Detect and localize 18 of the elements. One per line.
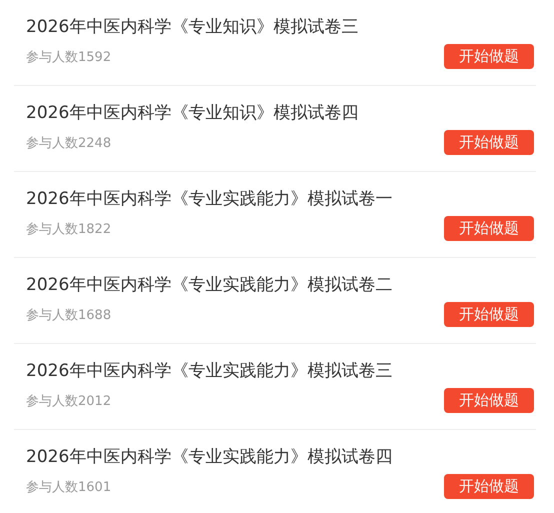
participant-count: 参与人数1601 (26, 478, 112, 496)
paper-title: 2026年中医内科学《专业知识》模拟试卷三 (26, 16, 360, 39)
start-button[interactable]: 开始做题 (444, 474, 534, 499)
participant-count: 参与人数1592 (26, 48, 112, 66)
start-button[interactable]: 开始做题 (444, 216, 534, 241)
participant-count: 参与人数1822 (26, 220, 112, 238)
paper-title: 2026年中医内科学《专业实践能力》模拟试卷三 (26, 360, 394, 383)
start-button[interactable]: 开始做题 (444, 44, 534, 69)
paper-title: 2026年中医内科学《专业实践能力》模拟试卷二 (26, 274, 394, 297)
participant-count: 参与人数2248 (26, 134, 112, 152)
paper-title: 2026年中医内科学《专业实践能力》模拟试卷一 (26, 188, 394, 211)
participant-count: 参与人数2012 (26, 392, 112, 410)
start-button[interactable]: 开始做题 (444, 130, 534, 155)
start-button[interactable]: 开始做题 (444, 302, 534, 327)
start-button[interactable]: 开始做题 (444, 388, 534, 413)
participant-count: 参与人数1688 (26, 306, 112, 324)
paper-title: 2026年中医内科学《专业实践能力》模拟试卷四 (26, 446, 394, 469)
paper-title: 2026年中医内科学《专业知识》模拟试卷四 (26, 102, 360, 125)
